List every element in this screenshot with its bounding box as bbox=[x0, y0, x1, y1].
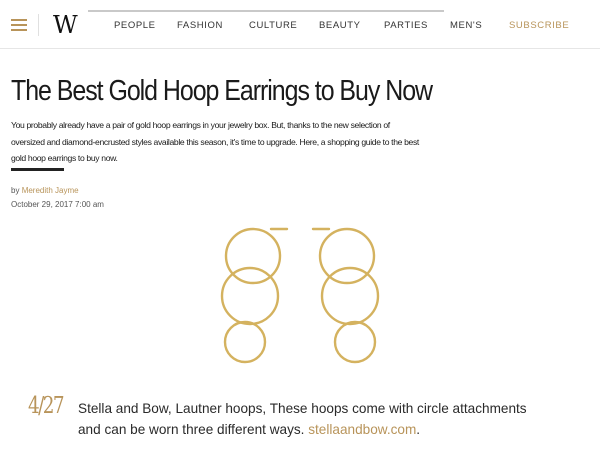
nav-item-beauty[interactable]: BEAUTY bbox=[319, 20, 361, 32]
right-earring-middle-hoop bbox=[320, 266, 380, 326]
header-divider bbox=[38, 14, 39, 36]
left-earring-bottom-hoop bbox=[223, 320, 267, 364]
nav-item-parties[interactable]: PARTIES bbox=[384, 20, 428, 32]
site-header: W PEOPLE FASHION CULTURE BEAUTY PARTIES … bbox=[0, 0, 600, 49]
byline: by Meredith Jayme bbox=[11, 186, 79, 196]
site-logo[interactable]: W bbox=[53, 10, 78, 40]
retailer-link[interactable]: stellaandbow.com bbox=[308, 422, 416, 437]
nav-item-fashion[interactable]: FASHION bbox=[177, 20, 223, 32]
right-earring-top-hoop bbox=[318, 227, 376, 285]
right-earring-bottom-hoop bbox=[333, 320, 377, 364]
caption-suffix: . bbox=[416, 422, 421, 437]
article-dek: You probably already have a pair of gold… bbox=[11, 120, 419, 163]
caption-text: Stella and Bow, Lautner hoops, These hoo… bbox=[78, 401, 527, 437]
byline-prefix: by bbox=[11, 186, 20, 195]
subscribe-link[interactable]: SUBSCRIBE bbox=[509, 20, 569, 32]
left-earring-middle-hoop bbox=[220, 266, 280, 326]
header-top-rule bbox=[88, 10, 444, 12]
author-link[interactable]: Meredith Jayme bbox=[22, 186, 79, 195]
title-underline-rule bbox=[11, 168, 64, 171]
nav-item-culture[interactable]: CULTURE bbox=[249, 20, 297, 32]
slide-counter: 4/27 bbox=[28, 393, 65, 419]
publish-date: October 29, 2017 7:00 am bbox=[11, 200, 104, 209]
hamburger-menu-icon[interactable] bbox=[11, 19, 27, 31]
slide-caption: Stella and Bow, Lautner hoops, These hoo… bbox=[78, 398, 550, 440]
nav-item-mens[interactable]: MEN'S bbox=[450, 20, 482, 32]
article-title: The Best Gold Hoop Earrings to Buy Now bbox=[11, 75, 433, 107]
left-earring-top-hoop bbox=[224, 227, 282, 285]
nav-item-people[interactable]: PEOPLE bbox=[114, 20, 156, 32]
gold-hoop-earrings-image bbox=[220, 227, 380, 364]
